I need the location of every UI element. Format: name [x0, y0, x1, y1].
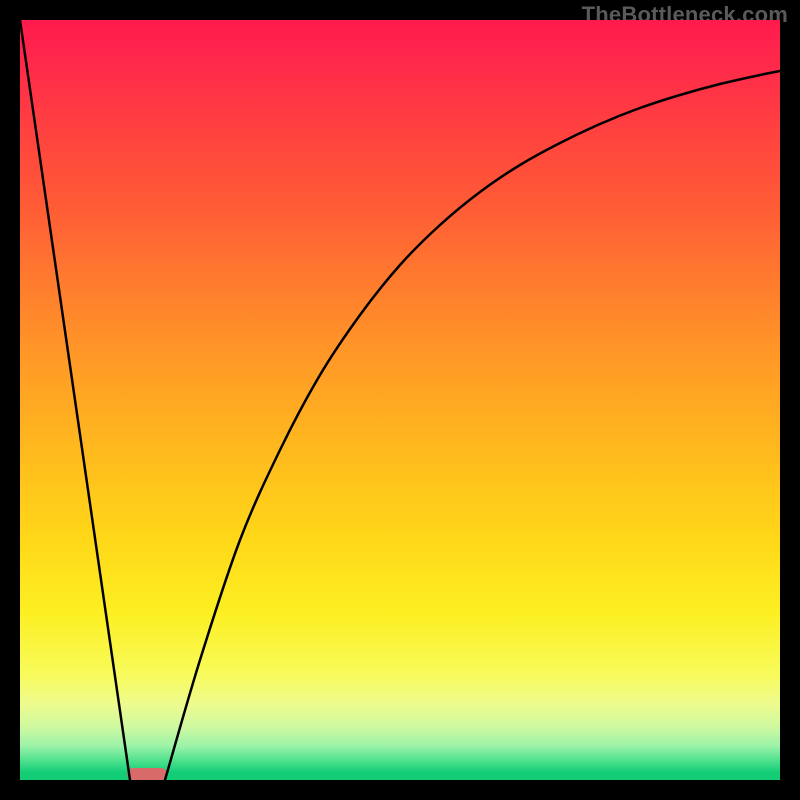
curve-layer [20, 20, 780, 780]
left-v-line [20, 20, 130, 780]
plot-area [20, 20, 780, 780]
right-curve [165, 71, 780, 780]
chart-frame: TheBottleneck.com [0, 0, 800, 800]
